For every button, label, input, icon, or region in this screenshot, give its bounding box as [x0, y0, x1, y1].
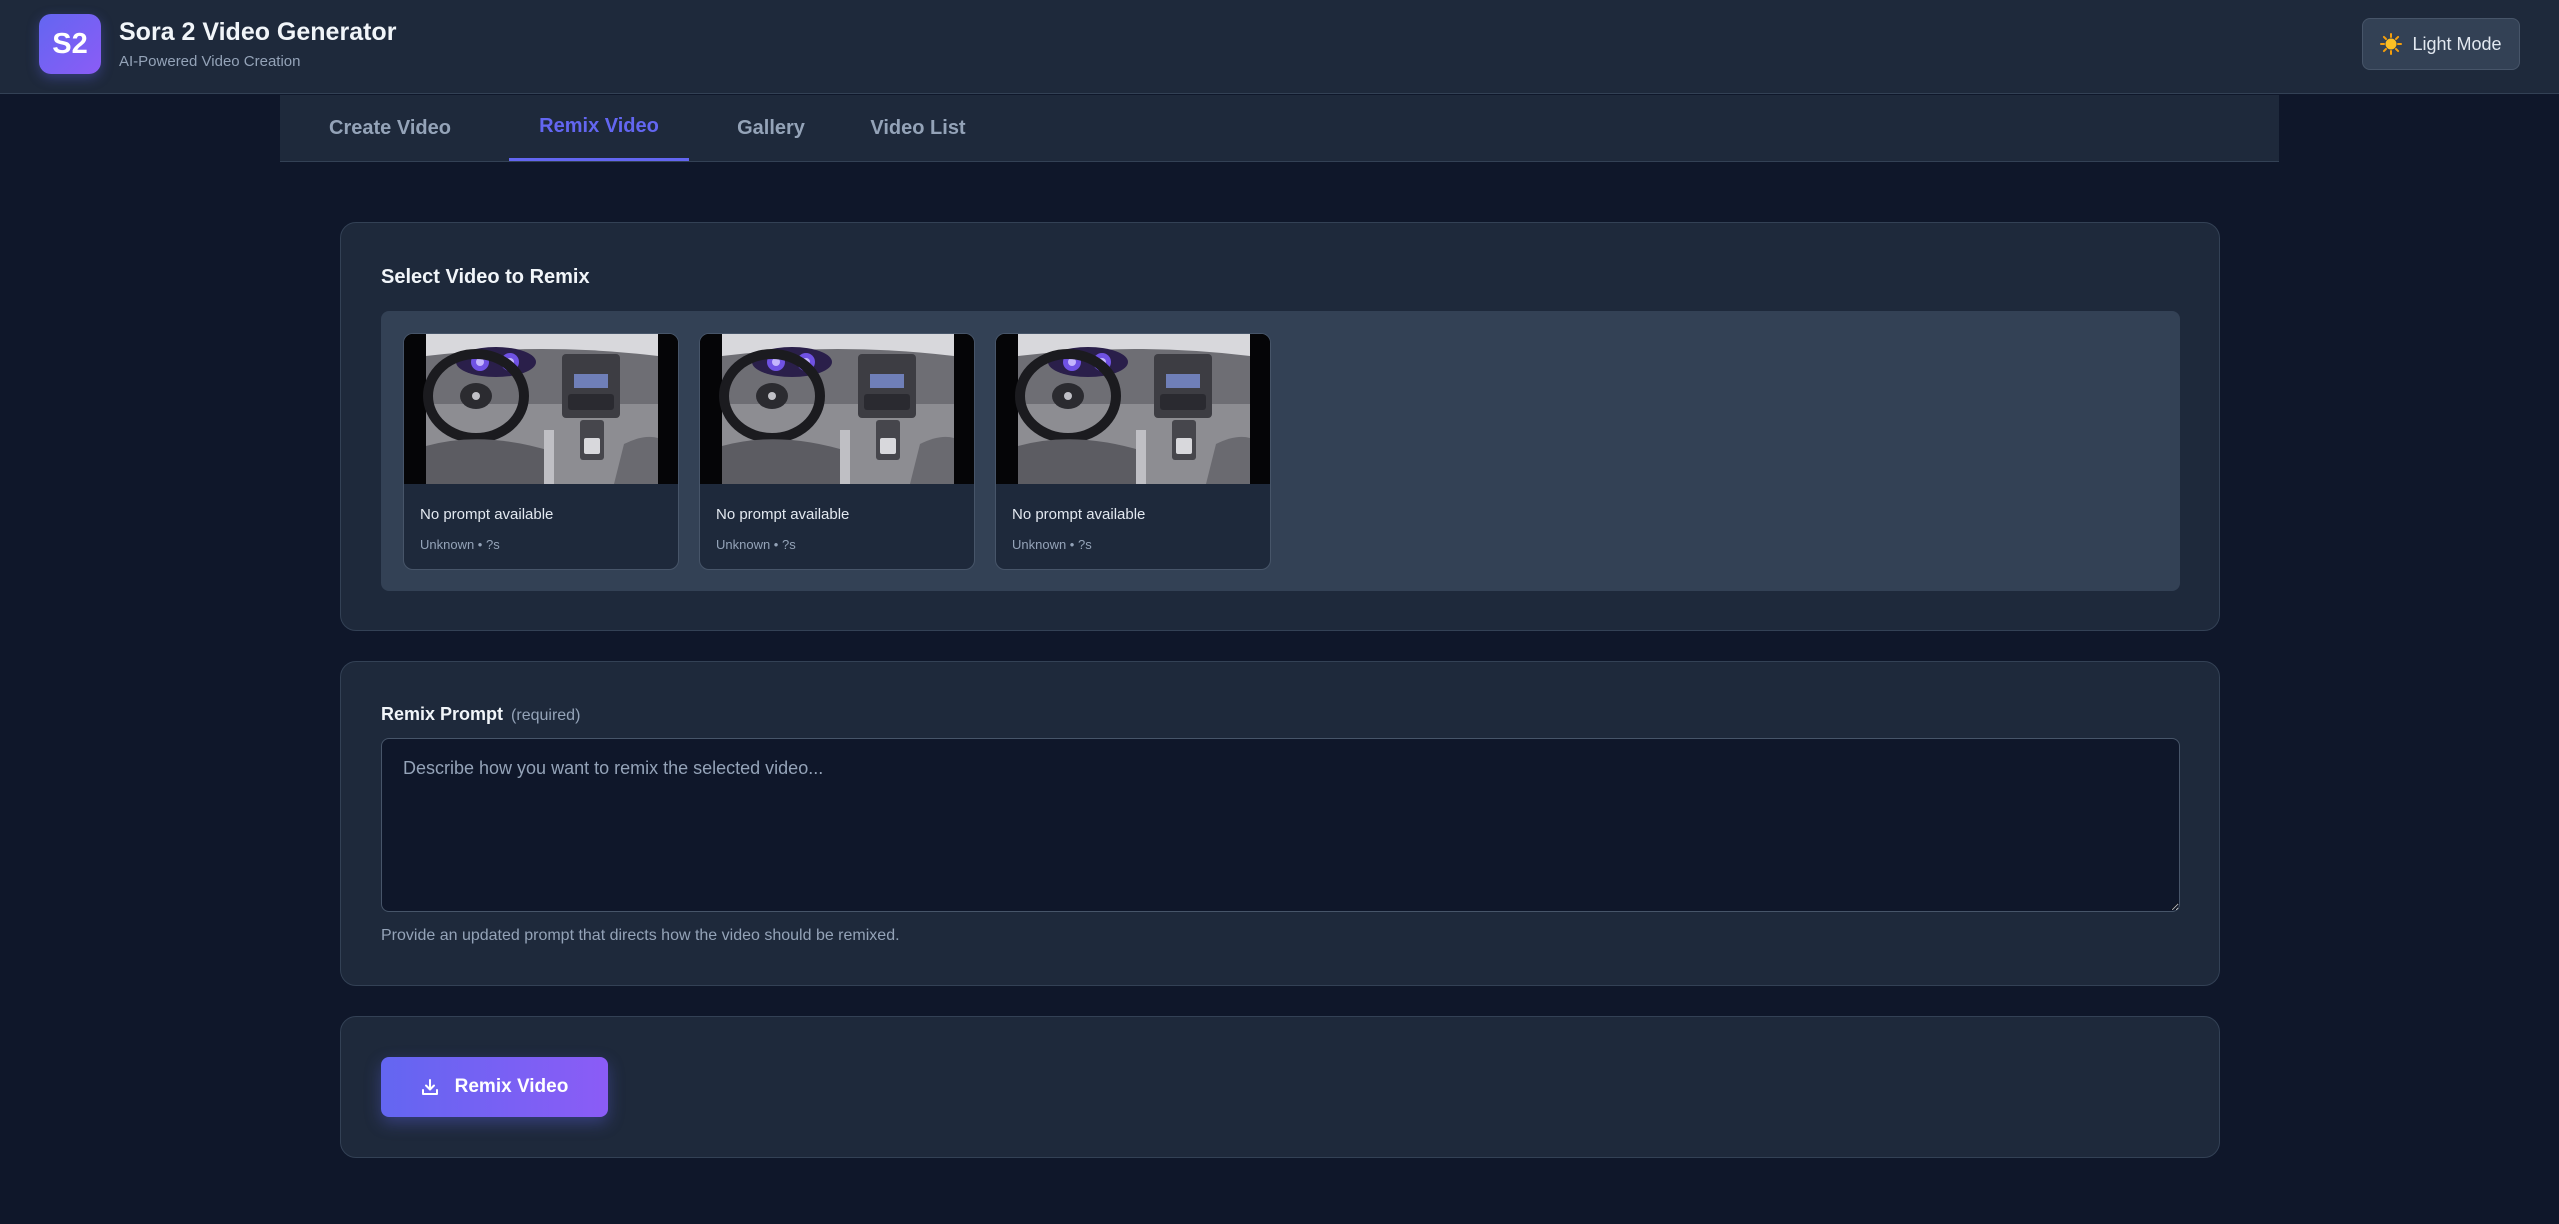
- tab-bar: Create Video Remix Video Gallery Video L…: [280, 95, 2279, 162]
- video-card-meta: Unknown • ?s: [420, 537, 500, 552]
- video-card-meta: Unknown • ?s: [1012, 537, 1092, 552]
- theme-toggle-button[interactable]: Light Mode: [2362, 18, 2520, 70]
- tab-create-video[interactable]: Create Video: [310, 95, 470, 161]
- app-logo: S2: [39, 14, 101, 74]
- video-card-prompt: No prompt available: [716, 506, 850, 523]
- tab-video-list[interactable]: Video List: [852, 95, 984, 161]
- select-video-title: Select Video to Remix: [381, 266, 590, 288]
- video-card[interactable]: No prompt available Unknown • ?s: [699, 333, 975, 570]
- video-grid: No prompt available Unknown • ?s No prom…: [381, 311, 2180, 591]
- video-card-meta: Unknown • ?s: [716, 537, 796, 552]
- theme-toggle-label: Light Mode: [2412, 33, 2502, 54]
- video-card[interactable]: No prompt available Unknown • ?s: [995, 333, 1271, 570]
- remix-prompt-label-text: Remix Prompt: [381, 704, 504, 724]
- video-card-prompt: No prompt available: [420, 506, 554, 523]
- app-title: Sora 2 Video Generator: [119, 18, 397, 46]
- tab-remix-video[interactable]: Remix Video: [509, 95, 689, 161]
- video-card-prompt: No prompt available: [1012, 506, 1146, 523]
- app-subtitle: AI-Powered Video Creation: [119, 53, 301, 70]
- remix-prompt-label: Remix Prompt (required): [381, 704, 580, 725]
- video-thumbnail: [700, 334, 974, 484]
- action-panel: Remix Video: [340, 1016, 2220, 1158]
- remix-prompt-panel: Remix Prompt (required) Provide an update…: [340, 661, 2220, 986]
- required-indicator: (required): [511, 707, 581, 724]
- remix-video-button[interactable]: Remix Video: [381, 1057, 608, 1117]
- app-header: S2 Sora 2 Video Generator AI-Powered Vid…: [0, 0, 2559, 94]
- download-icon: [421, 1078, 439, 1096]
- tab-gallery[interactable]: Gallery: [718, 95, 824, 161]
- video-card[interactable]: No prompt available Unknown • ?s: [403, 333, 679, 570]
- video-thumbnail: [404, 334, 678, 484]
- select-video-panel: Select Video to Remix No prompt availabl…: [340, 222, 2220, 631]
- remix-video-button-label: Remix Video: [454, 1076, 569, 1097]
- remix-prompt-help: Provide an updated prompt that directs h…: [381, 927, 900, 944]
- video-thumbnail: [996, 334, 1270, 484]
- sun-icon: [2380, 33, 2403, 55]
- remix-prompt-input[interactable]: [381, 738, 2180, 912]
